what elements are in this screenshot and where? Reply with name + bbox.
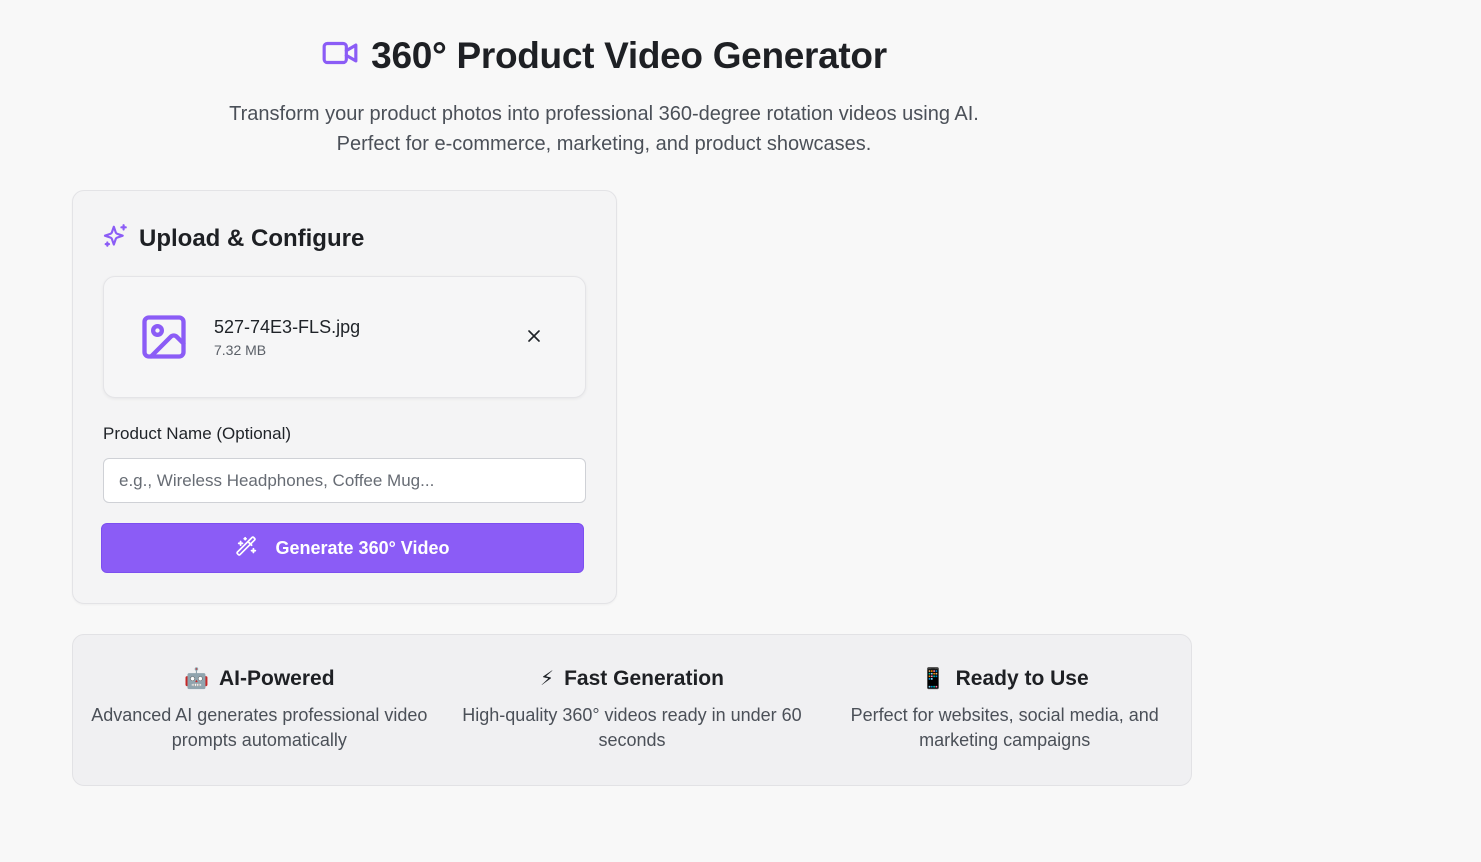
feature-ai-powered: 🤖 AI-Powered Advanced AI generates profe… <box>73 635 446 785</box>
video-camera-icon <box>321 34 359 77</box>
sparkles-icon <box>103 223 129 254</box>
feature-title: Ready to Use <box>955 667 1089 690</box>
feature-description: Advanced AI generates professional video… <box>91 705 428 750</box>
generate-button-label: Generate 360° Video <box>275 537 450 558</box>
card-title: Upload & Configure <box>139 224 365 252</box>
feature-ready-to-use: 📱 Ready to Use Perfect for websites, soc… <box>818 635 1191 785</box>
features-panel: 🤖 AI-Powered Advanced AI generates profe… <box>72 634 1192 786</box>
page: 360° Product Video Generator Transform y… <box>0 0 1481 862</box>
feature-header: 🤖 AI-Powered <box>184 667 334 691</box>
lightning-icon: ⚡ <box>540 668 555 690</box>
close-icon <box>524 326 544 349</box>
uploaded-file-preview: 527-74E3-FLS.jpg 7.32 MB <box>103 276 586 398</box>
robot-icon: 🤖 <box>184 668 210 690</box>
feature-title: AI-Powered <box>219 667 335 690</box>
page-subtitle: Transform your product photos into profe… <box>44 99 1164 159</box>
feature-title: Fast Generation <box>564 667 724 690</box>
feature-fast-generation: ⚡ Fast Generation High-quality 360° vide… <box>446 635 819 785</box>
image-icon <box>138 311 190 363</box>
title-row: 360° Product Video Generator <box>321 34 887 77</box>
file-size: 7.32 MB <box>214 342 267 358</box>
upload-configure-card: Upload & Configure 527-74E3-FLS.jpg 7.32… <box>72 190 617 604</box>
feature-description: Perfect for websites, social media, and … <box>850 705 1159 750</box>
card-header: Upload & Configure <box>103 223 364 254</box>
subtitle-line-1: Transform your product photos into profe… <box>229 103 979 125</box>
page-title: 360° Product Video Generator <box>371 34 887 76</box>
generate-video-button[interactable]: Generate 360° Video <box>101 523 584 573</box>
feature-description: High-quality 360° videos ready in under … <box>462 705 802 750</box>
product-name-input[interactable] <box>103 458 586 503</box>
page-header: 360° Product Video Generator Transform y… <box>72 34 1192 159</box>
feature-header: 📱 Ready to Use <box>921 667 1089 691</box>
file-name: 527-74E3-FLS.jpg <box>214 317 361 337</box>
product-name-label: Product Name (Optional) <box>103 424 292 443</box>
remove-file-button[interactable] <box>522 325 546 349</box>
subtitle-line-2: Perfect for e-commerce, marketing, and p… <box>336 133 872 155</box>
magic-wand-icon <box>235 535 258 561</box>
feature-header: ⚡ Fast Generation <box>540 667 724 691</box>
mobile-phone-icon: 📱 <box>920 668 946 690</box>
